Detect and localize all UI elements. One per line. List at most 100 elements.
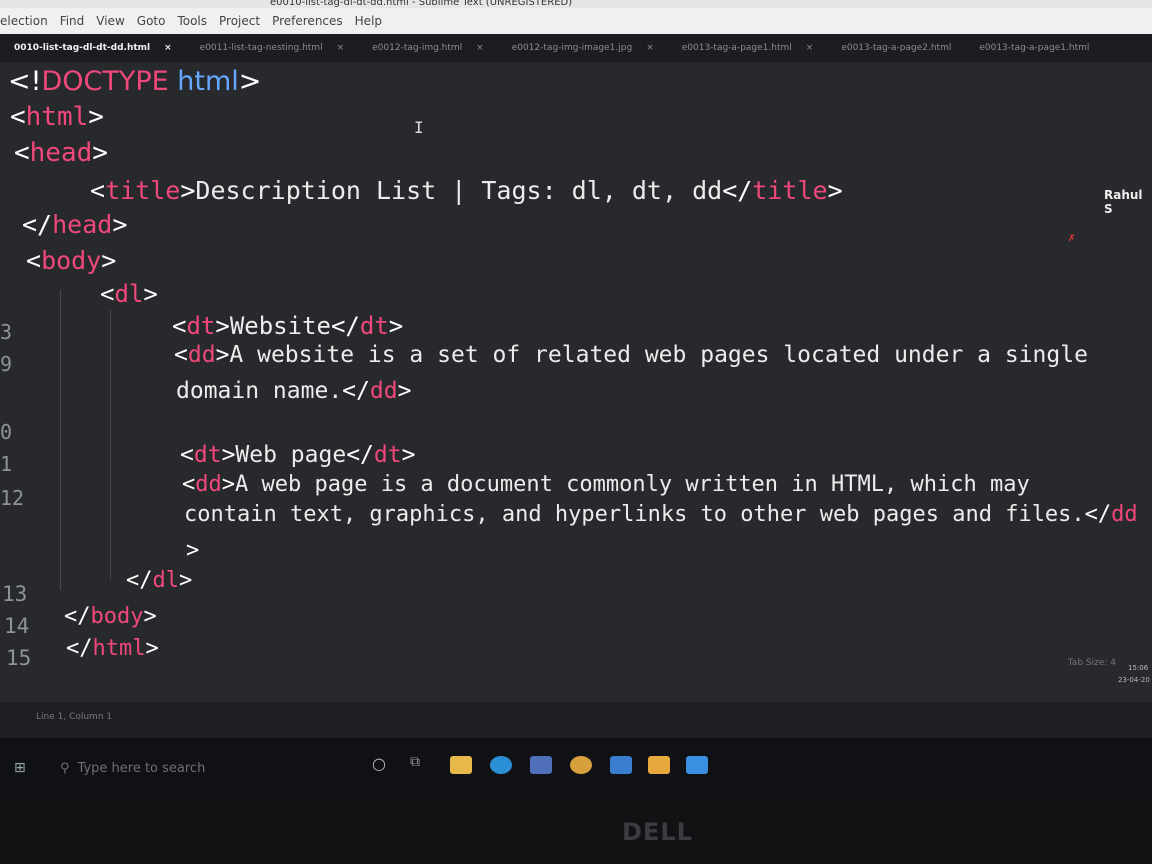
menu-bar: election Find View Goto Tools Project Pr… [0,8,1152,34]
app-icon[interactable] [686,756,708,774]
edge-icon[interactable] [490,756,512,774]
code-line-11-wrap2: > [186,538,199,563]
token: </ [342,378,370,404]
line-number: 0 [0,420,13,444]
menu-preferences[interactable]: Preferences [272,14,343,28]
token: dt [359,312,389,340]
line-number: 9 [0,352,13,376]
token: </ [346,442,374,468]
dd-text: A website is a set of related web pages … [229,342,1088,368]
token: > [143,280,158,308]
token: </ [722,176,753,205]
token: dd [195,472,222,497]
token: < [174,342,188,368]
line-number: 15 [6,646,32,670]
cortana-icon[interactable]: ○ [372,754,386,773]
menu-help[interactable]: Help [355,14,382,28]
code-line-11-wrap: contain text, graphics, and hyperlinks t… [184,502,1138,527]
token: </ [64,604,91,629]
token: dl [114,280,144,308]
windows-start-icon[interactable]: ⊞ [14,760,26,776]
token: </ [126,568,153,593]
token: > [145,636,159,661]
token: < [100,280,115,308]
menu-project[interactable]: Project [219,14,260,28]
tray-time: 15:06 [1128,664,1149,672]
code-editor[interactable]: 3 9 0 1 12 13 14 15 <!DOCTYPE html> <htm… [0,62,1152,702]
taskbar-search[interactable]: ⚲ Type here to search [60,754,360,782]
tab-e0012-image1[interactable]: e0012-tag-img-image1.jpg × [498,43,668,53]
indent-guide [110,310,111,580]
code-line-11: <dd>A web page is a document commonly wr… [182,472,1030,497]
line-number: 13 [2,582,28,606]
token: head [29,138,93,168]
token: dd [187,342,216,368]
sublime-icon[interactable] [648,756,670,774]
tab-e0010[interactable]: 0010-list-tag-dl-dt-dd.html × [0,43,186,53]
menu-find[interactable]: Find [60,14,85,28]
token: < [180,442,194,468]
token: < [90,176,106,205]
token: > [186,538,200,563]
file-explorer-icon[interactable] [450,756,472,774]
token: body [41,246,102,275]
menu-view[interactable]: View [96,14,124,28]
tab-e0013-page1-b[interactable]: e0013-tag-a-page1.html [965,43,1103,53]
search-icon: ⚲ [60,760,70,776]
indent-guide [60,290,61,590]
close-icon[interactable]: × [646,43,654,53]
token: </ [22,210,53,239]
token: < [14,138,30,168]
menu-goto[interactable]: Goto [137,14,166,28]
close-icon[interactable]: × [337,43,345,53]
code-line-14: </body> [64,604,157,629]
code-line-10: <dt>Web page</dt> [180,442,415,468]
chrome-icon[interactable] [570,756,592,774]
monitor-screen: e0010-list-tag-dl-dt-dd.html - Sublime T… [0,0,1152,800]
tab-label: e0012-tag-img-image1.jpg [511,43,633,53]
status-position: Line 1, Column 1 [36,712,113,722]
token: > [388,312,404,340]
dell-logo: DELL [622,818,693,846]
code-line-6: <body> [26,246,116,275]
token: html [168,66,239,97]
title-bar: e0010-list-tag-dl-dt-dd.html - Sublime T… [0,0,1152,8]
code-line-3: <head> [14,138,108,168]
status-tab-size[interactable]: Tab Size: 4 [1068,658,1116,668]
token: title [752,176,828,205]
tab-e0013-page1[interactable]: e0013-tag-a-page1.html × [668,43,828,53]
code-line-9: <dd>A website is a set of related web pa… [174,342,1088,368]
line-number: 12 [0,486,25,510]
token: dl [152,568,180,593]
tab-e0011[interactable]: e0011-list-tag-nesting.html × [186,43,358,53]
mail-icon[interactable] [610,756,632,774]
store-icon[interactable] [530,756,552,774]
dd-text: A web page is a document commonly writte… [235,472,1030,497]
close-icon[interactable]: × [806,43,814,53]
token: > [112,210,128,239]
menu-selection[interactable]: election [0,14,48,28]
search-placeholder: Type here to search [77,760,206,776]
token: > [397,378,412,404]
token: > [215,342,230,368]
code-line-15: </html> [66,636,159,661]
token: dt [373,442,402,468]
text-cursor-icon: I [414,118,424,137]
tab-e0012-img[interactable]: e0012-tag-img.html × [358,43,498,53]
dd-text: domain name. [176,378,343,404]
menu-tools[interactable]: Tools [177,14,207,28]
task-view-icon[interactable]: ⧉ [410,754,420,770]
token: body [90,604,144,629]
token: < [172,312,187,340]
token: head [52,210,113,239]
tab-label: e0013-tag-a-page2.html [841,43,952,53]
token: > [143,604,157,629]
tab-e0013-page2[interactable]: e0013-tag-a-page2.html [827,43,965,53]
code-line-13: </dl> [126,568,192,593]
token: title [105,176,181,205]
close-icon[interactable]: × [164,43,172,53]
tab-label: e0011-list-tag-nesting.html [199,43,323,53]
token: < [182,472,196,497]
token: dt [193,442,222,468]
close-icon[interactable]: × [476,43,484,53]
